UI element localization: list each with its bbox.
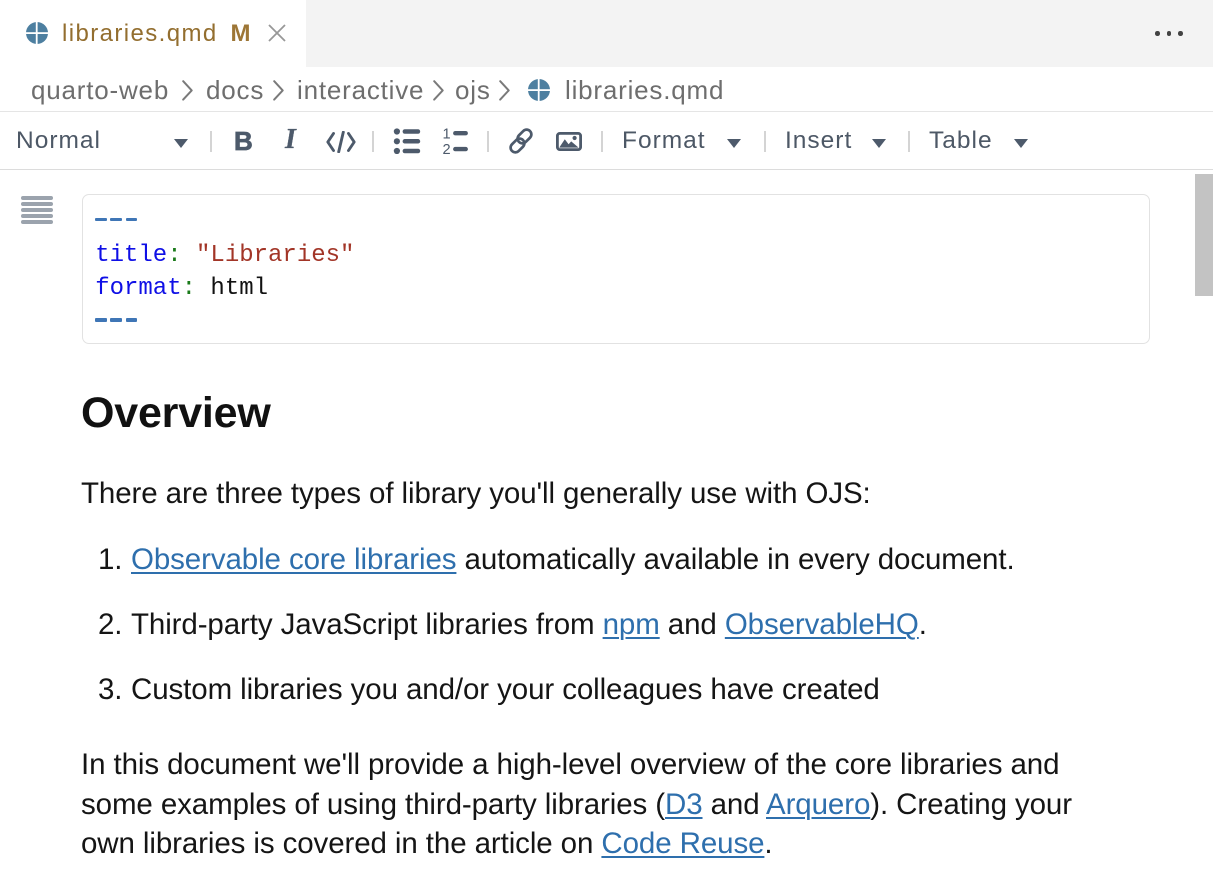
svg-text:2: 2 [442,142,450,155]
svg-text:1: 1 [442,127,450,143]
